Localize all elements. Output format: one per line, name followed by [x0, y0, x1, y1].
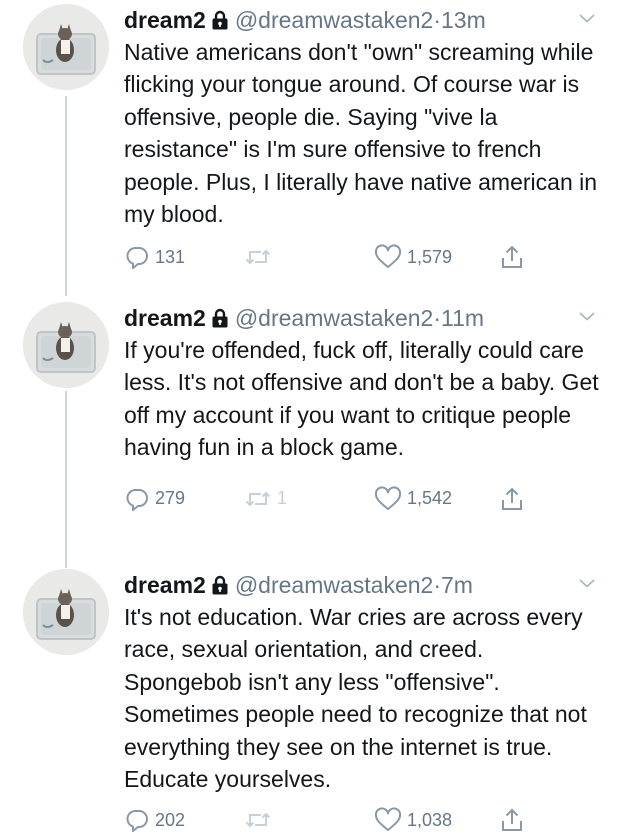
- reply-icon: [126, 810, 148, 833]
- handle[interactable]: @dreamwastaken2: [235, 572, 434, 598]
- share-button[interactable]: [500, 805, 524, 835]
- display-name[interactable]: dream2: [124, 7, 206, 33]
- chevron-down-icon[interactable]: [578, 577, 596, 589]
- tweet-header: dream2 @dreamwastaken2·13m: [124, 4, 604, 36]
- share-button[interactable]: [500, 242, 524, 272]
- like-count: 1,542: [407, 488, 453, 509]
- tweet-text: If you're offended, fuck off, literally …: [124, 337, 599, 461]
- retweet-count: 1: [277, 488, 288, 509]
- tweet-actions: 279 1 1,542: [124, 484, 604, 514]
- avatar[interactable]: [23, 569, 109, 655]
- handle[interactable]: @dreamwastaken2: [235, 7, 434, 33]
- tweet[interactable]: dream2 @dreamwastaken2·11m If you're offe…: [0, 302, 619, 552]
- lock-icon: [212, 575, 228, 595]
- tweet-actions: 131 1,579: [124, 242, 604, 272]
- retweet-button[interactable]: [244, 805, 277, 835]
- handle[interactable]: @dreamwastaken2: [235, 305, 434, 331]
- share-icon: [502, 809, 522, 832]
- retweet-icon: [245, 250, 271, 265]
- reply-button[interactable]: 279: [124, 484, 185, 514]
- like-button[interactable]: 1,038: [374, 805, 452, 835]
- share-icon: [502, 487, 522, 510]
- heart-icon: [374, 244, 402, 269]
- share-icon: [502, 246, 522, 269]
- heart-icon: [374, 807, 402, 832]
- tweet[interactable]: dream2 @dreamwastaken2·13m Native america…: [0, 4, 619, 274]
- heart-icon: [374, 486, 402, 510]
- share-button[interactable]: [500, 484, 524, 514]
- like-count: 1,038: [407, 809, 453, 830]
- tweet-text: Native americans don't "own" screaming w…: [124, 39, 598, 228]
- reply-count: 131: [155, 246, 186, 267]
- retweet-button[interactable]: [244, 242, 277, 272]
- display-name[interactable]: dream2: [124, 572, 206, 598]
- timestamp[interactable]: 11m: [441, 305, 484, 331]
- separator-dot: ·: [433, 7, 441, 33]
- reply-button[interactable]: 131: [124, 242, 185, 272]
- cat-in-box-image: [23, 4, 109, 90]
- avatar[interactable]: [23, 302, 109, 388]
- reply-button[interactable]: 202: [124, 805, 185, 835]
- tweet-actions: 202 1,038: [124, 805, 604, 835]
- tweet-header: dream2 @dreamwastaken2·7m: [124, 569, 604, 601]
- avatar[interactable]: [23, 4, 109, 90]
- chevron-down-icon[interactable]: [578, 12, 596, 24]
- reply-icon: [126, 488, 148, 511]
- lock-icon: [212, 308, 228, 328]
- retweet-icon: [245, 813, 271, 828]
- retweet-icon: [245, 491, 271, 507]
- reply-icon: [126, 247, 148, 270]
- display-name[interactable]: dream2: [124, 305, 206, 331]
- timestamp[interactable]: 13m: [441, 7, 486, 33]
- separator-dot: ·: [433, 305, 441, 331]
- cat-in-box-image: [23, 569, 109, 655]
- chevron-down-icon[interactable]: [578, 310, 596, 322]
- like-button[interactable]: 1,579: [374, 242, 452, 272]
- reply-count: 279: [155, 488, 186, 509]
- like-count: 1,579: [407, 246, 453, 267]
- tweet[interactable]: dream2 @dreamwastaken2·7m It's not educat…: [0, 569, 619, 834]
- separator-dot: ·: [433, 572, 441, 598]
- tweet-text: It's not education. War cries are across…: [124, 604, 587, 793]
- retweet-button[interactable]: 1: [244, 484, 287, 514]
- like-button[interactable]: 1,542: [374, 484, 452, 514]
- cat-in-box-image: [23, 302, 109, 388]
- reply-count: 202: [155, 809, 186, 830]
- tweet-header: dream2 @dreamwastaken2·11m: [124, 302, 604, 334]
- lock-icon: [212, 10, 228, 30]
- timestamp[interactable]: 7m: [441, 572, 473, 598]
